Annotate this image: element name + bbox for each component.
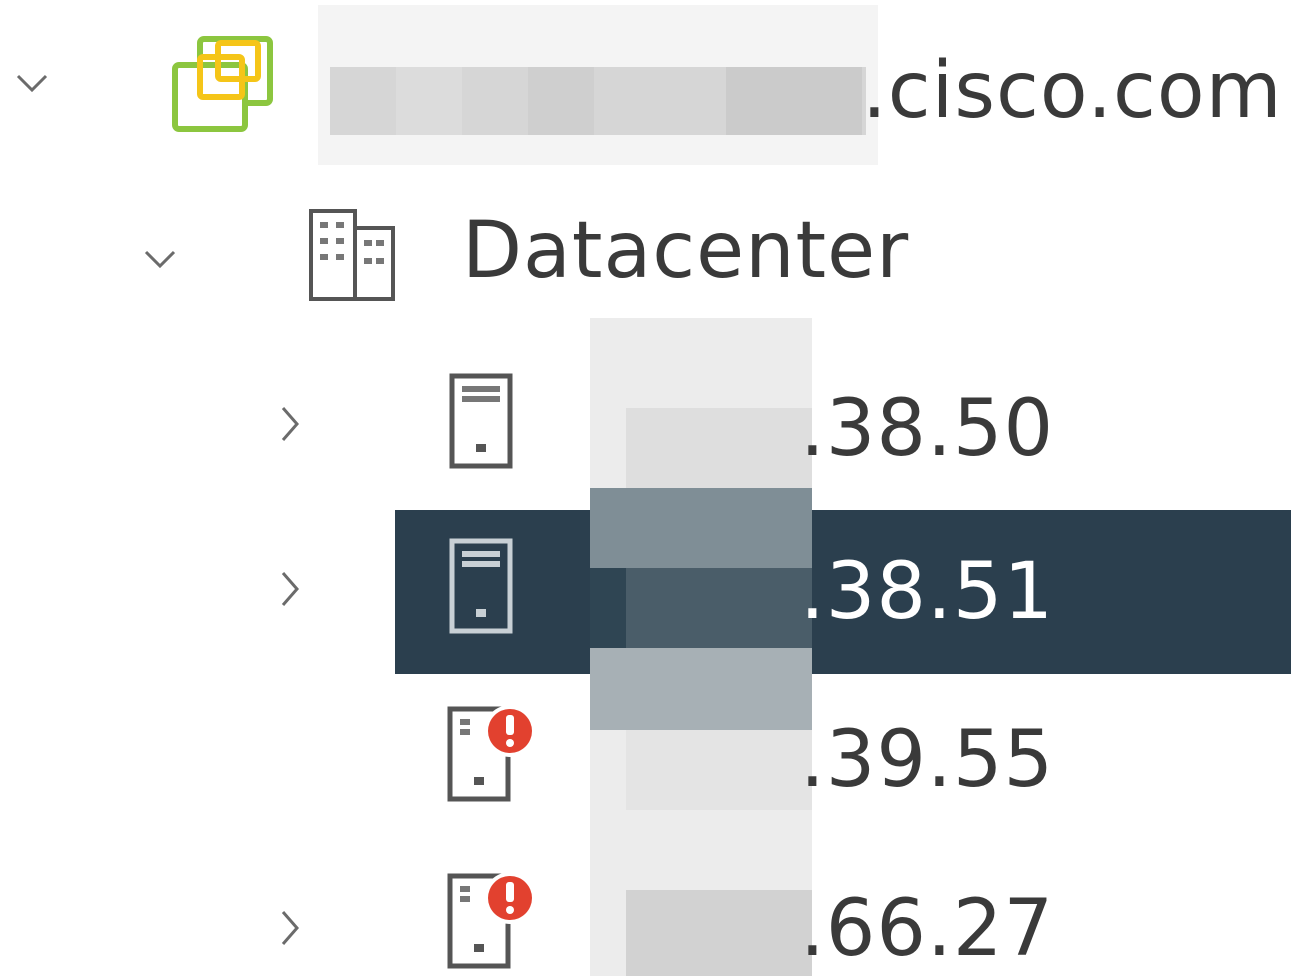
chevron-down-icon[interactable] — [12, 62, 52, 106]
tree-node-host-selected[interactable]: .38.51 — [0, 525, 1291, 665]
tree-node-host[interactable]: .38.50 — [0, 360, 1291, 500]
tree-node-host[interactable]: .66.27 — [0, 860, 1291, 976]
host-label[interactable]: .39.55 — [800, 721, 1054, 799]
chevron-right-icon[interactable] — [275, 906, 305, 958]
host-alert-icon — [446, 703, 546, 812]
redacted-hostname — [318, 5, 878, 165]
host-icon — [448, 372, 518, 476]
chevron-right-icon[interactable] — [275, 567, 305, 619]
chevron-down-icon[interactable] — [140, 238, 180, 282]
host-label[interactable]: .66.27 — [800, 890, 1054, 968]
chevron-right-icon[interactable] — [275, 402, 305, 454]
tree-node-host[interactable]: .39.55 — [0, 695, 1291, 825]
tree-node-datacenter[interactable]: Datacenter — [0, 200, 1291, 310]
vcenter-label[interactable]: .cisco.com — [862, 52, 1283, 130]
host-icon — [448, 537, 518, 641]
tree-node-vcenter[interactable]: .cisco.com — [0, 0, 1291, 165]
inventory-tree: .cisco.com Datacenter .38.50 .38.51 .39.… — [0, 0, 1291, 976]
host-label[interactable]: .38.50 — [800, 390, 1054, 468]
host-label[interactable]: .38.51 — [800, 553, 1054, 631]
vcenter-icon — [170, 35, 275, 139]
datacenter-icon — [308, 208, 398, 307]
datacenter-label[interactable]: Datacenter — [462, 212, 909, 290]
host-alert-icon — [446, 870, 546, 976]
